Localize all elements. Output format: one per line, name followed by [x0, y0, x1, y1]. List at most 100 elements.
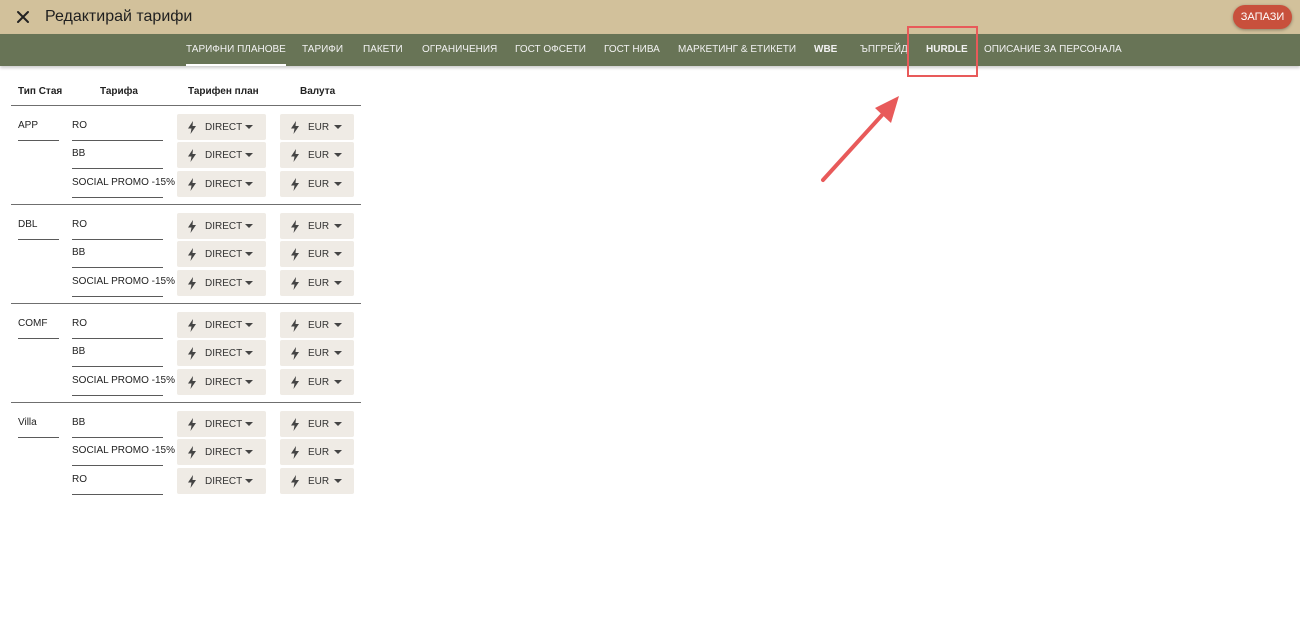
- tab-rate-plans[interactable]: ТАРИФНИ ПЛАНОВЕ: [186, 34, 286, 66]
- tab-restrictions[interactable]: ОГРАНИЧЕНИЯ: [422, 34, 497, 66]
- annotation-arrow: [821, 96, 899, 182]
- lightning-icon: [290, 418, 300, 434]
- rate-name-field[interactable]: SOCIAL PROMO -15%: [72, 445, 175, 466]
- dropdown-arrow-icon: [334, 252, 342, 256]
- currency-select[interactable]: EUR: [280, 171, 354, 197]
- dropdown-arrow-icon: [334, 281, 342, 285]
- rate-plan-select[interactable]: DIRECT: [177, 312, 266, 338]
- group-divider: [11, 402, 361, 403]
- rate-plan-select[interactable]: DIRECT: [177, 439, 266, 465]
- rate-plan-value: DIRECT: [205, 150, 243, 161]
- currency-value: EUR: [308, 447, 330, 458]
- dropdown-arrow-icon: [245, 182, 253, 186]
- lightning-icon: [187, 319, 197, 335]
- currency-select[interactable]: EUR: [280, 270, 354, 296]
- rate-plan-select[interactable]: DIRECT: [177, 142, 266, 168]
- currency-select[interactable]: EUR: [280, 312, 354, 338]
- rate-plan-select[interactable]: DIRECT: [177, 340, 266, 366]
- rate-plan-value: DIRECT: [205, 278, 243, 289]
- rate-name-field[interactable]: RO: [72, 318, 163, 339]
- lightning-icon: [187, 248, 197, 264]
- dropdown-arrow-icon: [334, 125, 342, 129]
- rate-plan-value: DIRECT: [205, 179, 243, 190]
- rate-name-field[interactable]: BB: [72, 247, 163, 268]
- tab-wbe[interactable]: WBE: [814, 34, 837, 66]
- dropdown-arrow-icon: [245, 479, 253, 483]
- rate-plan-select[interactable]: DIRECT: [177, 241, 266, 267]
- currency-value: EUR: [308, 179, 330, 190]
- rate-plan-value: DIRECT: [205, 377, 243, 388]
- dropdown-arrow-icon: [245, 450, 253, 454]
- tab-packages[interactable]: ПАКЕТИ: [363, 34, 403, 66]
- lightning-icon: [187, 475, 197, 491]
- currency-select[interactable]: EUR: [280, 340, 354, 366]
- currency-select[interactable]: EUR: [280, 213, 354, 239]
- rate-name-field[interactable]: BB: [72, 346, 163, 367]
- dropdown-arrow-icon: [245, 153, 253, 157]
- lightning-icon: [290, 319, 300, 335]
- lightning-icon: [290, 446, 300, 462]
- rate-plan-value: DIRECT: [205, 476, 243, 487]
- dropdown-arrow-icon: [334, 182, 342, 186]
- rate-name-field[interactable]: SOCIAL PROMO -15%: [72, 375, 175, 396]
- page-title: Редактирай тарифи: [45, 8, 193, 25]
- currency-value: EUR: [308, 377, 330, 388]
- currency-select[interactable]: EUR: [280, 411, 354, 437]
- tab-guest-levels[interactable]: ГОСТ НИВА: [604, 34, 660, 66]
- lightning-icon: [290, 475, 300, 491]
- dropdown-arrow-icon: [334, 351, 342, 355]
- rate-plan-select[interactable]: DIRECT: [177, 369, 266, 395]
- tab-staff-description[interactable]: ОПИСАНИЕ ЗА ПЕРСОНАЛА: [984, 34, 1122, 66]
- rate-plan-value: DIRECT: [205, 122, 243, 133]
- header-rate-plan: Тарифен план: [188, 86, 259, 97]
- rate-name-field[interactable]: RO: [72, 474, 163, 495]
- lightning-icon: [187, 277, 197, 293]
- tab-guest-offsets[interactable]: ГОСТ ОФСЕТИ: [515, 34, 586, 66]
- currency-value: EUR: [308, 249, 330, 260]
- currency-value: EUR: [308, 320, 330, 331]
- rate-name-field[interactable]: BB: [72, 417, 163, 438]
- room-type-label: Villa: [18, 417, 59, 438]
- rate-plan-select[interactable]: DIRECT: [177, 411, 266, 437]
- currency-value: EUR: [308, 476, 330, 487]
- lightning-icon: [187, 220, 197, 236]
- header-room-type: Тип Стая: [18, 86, 63, 97]
- top-bar: Редактирай тарифи ЗАПАЗИ: [0, 0, 1300, 34]
- rate-name-field[interactable]: RO: [72, 219, 163, 240]
- rate-plan-value: DIRECT: [205, 320, 243, 331]
- lightning-icon: [187, 418, 197, 434]
- save-button[interactable]: ЗАПАЗИ: [1233, 5, 1292, 29]
- lightning-icon: [290, 121, 300, 137]
- dropdown-arrow-icon: [245, 252, 253, 256]
- rate-plan-select[interactable]: DIRECT: [177, 171, 266, 197]
- tab-rates[interactable]: ТАРИФИ: [302, 34, 343, 66]
- rate-name-field[interactable]: SOCIAL PROMO -15%: [72, 276, 175, 297]
- currency-select[interactable]: EUR: [280, 369, 354, 395]
- header-currency: Валута: [300, 86, 336, 97]
- rate-plan-select[interactable]: DIRECT: [177, 270, 266, 296]
- currency-select[interactable]: EUR: [280, 241, 354, 267]
- currency-select[interactable]: EUR: [280, 142, 354, 168]
- rate-name-field[interactable]: BB: [72, 148, 163, 169]
- rate-plan-value: DIRECT: [205, 221, 243, 232]
- tab-marketing-labels[interactable]: МАРКЕТИНГ & ЕТИКЕТИ: [678, 34, 796, 66]
- rate-plan-select[interactable]: DIRECT: [177, 213, 266, 239]
- tab-upgrade[interactable]: ЪПГРЕЙД: [860, 34, 908, 66]
- rate-plan-value: DIRECT: [205, 249, 243, 260]
- group-divider: [11, 303, 361, 304]
- lightning-icon: [290, 220, 300, 236]
- dropdown-arrow-icon: [334, 323, 342, 327]
- currency-select[interactable]: EUR: [280, 439, 354, 465]
- dropdown-arrow-icon: [334, 380, 342, 384]
- rate-plan-select[interactable]: DIRECT: [177, 114, 266, 140]
- close-icon[interactable]: [12, 6, 34, 28]
- rate-plan-select[interactable]: DIRECT: [177, 468, 266, 494]
- currency-select[interactable]: EUR: [280, 468, 354, 494]
- rate-name-field[interactable]: RO: [72, 120, 163, 141]
- lightning-icon: [187, 178, 197, 194]
- currency-select[interactable]: EUR: [280, 114, 354, 140]
- rate-name-field[interactable]: SOCIAL PROMO -15%: [72, 177, 175, 198]
- dropdown-arrow-icon: [245, 380, 253, 384]
- room-type-label: COMF: [18, 318, 59, 339]
- dropdown-arrow-icon: [334, 153, 342, 157]
